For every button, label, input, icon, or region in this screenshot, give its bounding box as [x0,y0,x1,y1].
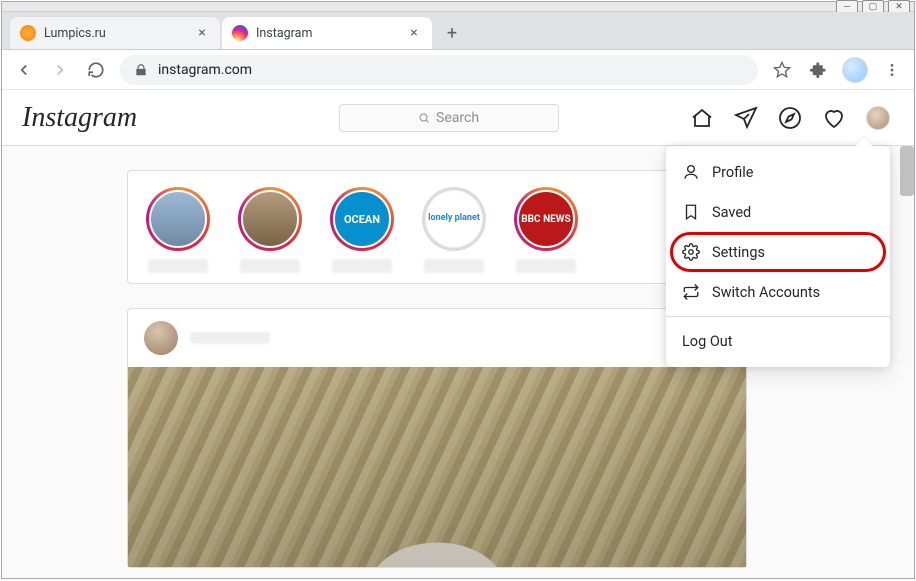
window-titlebar: ─ ▢ ✕ [2,2,914,12]
forward-button[interactable] [48,58,72,82]
favicon-instagram [232,25,248,41]
messages-icon[interactable] [734,106,758,130]
menu-item-profile[interactable]: Profile [666,152,890,192]
story-username [332,259,392,273]
story-item[interactable]: OCEAN [322,187,402,273]
scrollbar-thumb[interactable] [900,146,914,196]
nav-icon-group [690,106,890,130]
search-placeholder: Search [436,110,479,126]
post-image[interactable] [128,367,746,567]
story-avatar: BBC NEWS [517,190,575,248]
post-header: ••• [128,309,746,367]
profile-avatar-button[interactable] [866,106,890,130]
story-item[interactable] [230,187,310,273]
browser-menu-icon[interactable] [880,58,904,82]
lock-icon [134,63,148,77]
url-text: instagram.com [158,62,252,78]
profile-icon [682,163,700,181]
back-button[interactable] [12,58,36,82]
bookmark-icon [682,203,700,221]
reload-button[interactable] [84,58,108,82]
story-item[interactable]: BBC NEWS [506,187,586,273]
close-icon[interactable]: × [194,25,210,41]
menu-item-saved[interactable]: Saved [666,192,890,232]
post-author-name[interactable] [190,332,270,344]
menu-label: Settings [712,244,765,261]
story-username [148,259,208,273]
gear-icon [682,243,700,261]
menu-divider [666,316,890,317]
story-username [424,259,484,273]
menu-label: Profile [712,164,753,181]
story-avatar [149,190,207,248]
menu-label: Switch Accounts [712,284,820,301]
close-icon[interactable]: × [406,25,422,41]
explore-icon[interactable] [778,106,802,130]
address-bar[interactable]: instagram.com [120,55,758,85]
browser-profile-avatar[interactable] [842,57,868,83]
feed-post: ••• [127,308,747,568]
menu-item-settings[interactable]: Settings [666,232,890,272]
menu-label: Saved [712,204,751,221]
browser-toolbar: instagram.com [2,50,914,90]
menu-item-logout[interactable]: Log Out [666,321,890,361]
tutorial-highlight [670,232,886,272]
stories-tray: OCEAN lonely planet BBC NEWS [127,170,747,284]
switch-icon [682,283,700,301]
story-avatar: OCEAN [333,190,391,248]
browser-window: ─ ▢ ✕ Lumpics.ru × Instagram × + [1,1,915,579]
story-avatar: lonely planet [425,190,483,248]
story-item[interactable]: lonely planet [414,187,494,273]
browser-tabstrip: Lumpics.ru × Instagram × + [2,12,914,50]
home-icon[interactable] [690,106,714,130]
activity-heart-icon[interactable] [822,106,846,130]
new-tab-button[interactable]: + [438,19,466,47]
instagram-navbar: Instagram Search [2,90,914,146]
menu-item-switch-accounts[interactable]: Switch Accounts [666,272,890,312]
browser-tab-instagram[interactable]: Instagram × [222,17,432,49]
favicon-lumpics [20,25,36,41]
feed-column: OCEAN lonely planet BBC NEWS ••• [127,146,747,568]
search-input[interactable]: Search [339,104,559,132]
tab-title: Lumpics.ru [44,26,106,41]
instagram-logo[interactable]: Instagram [22,102,137,134]
menu-label: Log Out [682,333,733,350]
bookmark-star-icon[interactable] [770,58,794,82]
page-content: Instagram Search [2,90,914,578]
extensions-icon[interactable] [806,58,830,82]
profile-dropdown-menu: Profile Saved Settings Switch Accounts [666,146,890,367]
story-username [516,259,576,273]
story-item[interactable] [138,187,218,273]
post-author-avatar[interactable] [144,321,178,355]
story-avatar [241,190,299,248]
tab-title: Instagram [256,26,312,41]
story-username [240,259,300,273]
browser-tab-lumpics[interactable]: Lumpics.ru × [10,17,220,49]
